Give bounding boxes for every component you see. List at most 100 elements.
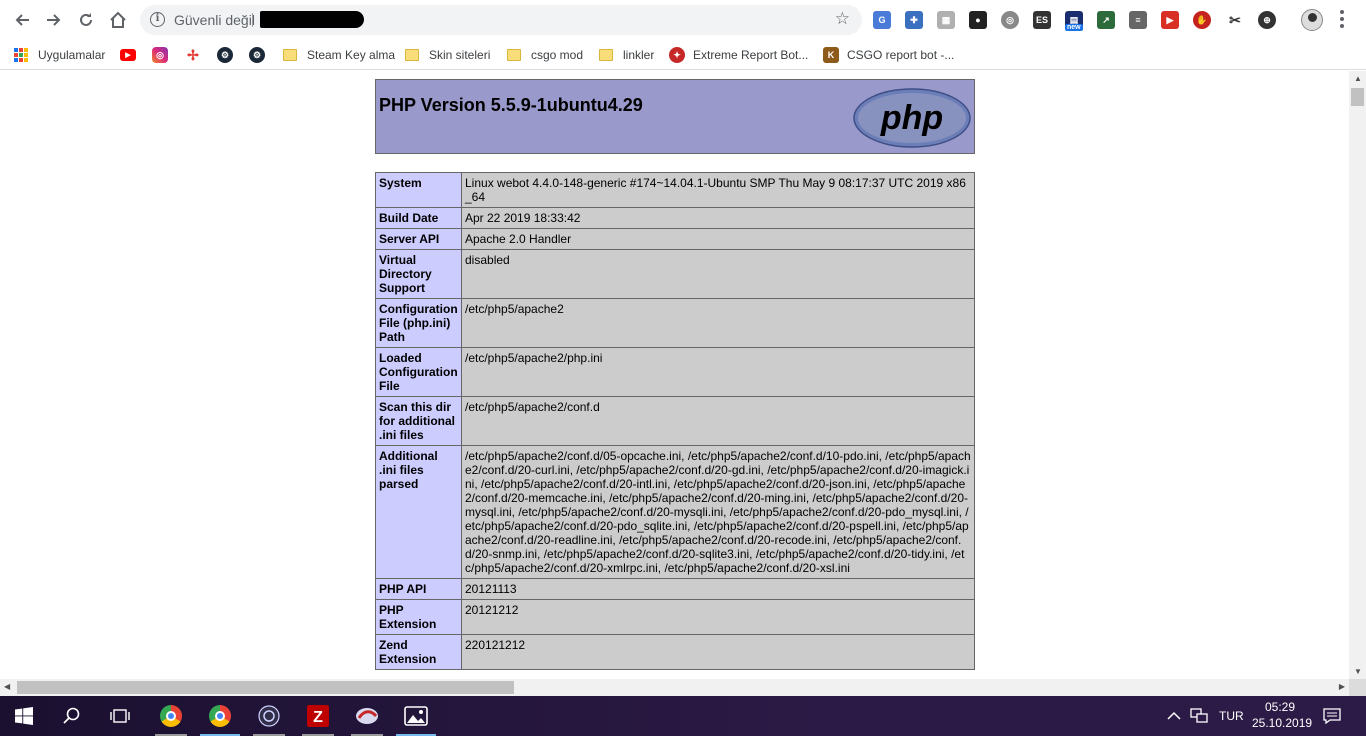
- bookmark-csgo-report-bot[interactable]: K CSGO report bot -...: [823, 45, 954, 65]
- instagram-icon: ◎: [152, 47, 168, 63]
- profile-avatar[interactable]: [1301, 9, 1323, 31]
- scroll-right-icon[interactable]: ▶: [1339, 682, 1345, 691]
- vertical-scrollbar[interactable]: ▲ ▼: [1349, 71, 1366, 679]
- filezilla-icon: Z: [307, 705, 329, 727]
- taskbar-photos[interactable]: [392, 696, 440, 736]
- bookmark-folder-skin-siteleri[interactable]: Skin siteleri: [405, 45, 490, 65]
- photos-icon: [404, 706, 428, 726]
- clock-date: 25.10.2019: [1252, 716, 1313, 730]
- csgo-report-icon: K: [823, 47, 839, 63]
- forward-arrow-icon[interactable]: [42, 8, 66, 32]
- vertical-scroll-thumb[interactable]: [1351, 88, 1364, 106]
- action-center[interactable]: [1323, 696, 1341, 736]
- extreme-report-icon: ✦: [669, 47, 685, 63]
- row-key: Scan this dir for additional .ini files: [375, 396, 462, 446]
- language-indicator[interactable]: TUR: [1219, 696, 1244, 736]
- row-key: Loaded Configuration File: [375, 347, 462, 397]
- page-title: PHP Version 5.5.9-1ubuntu4.29: [379, 95, 643, 115]
- row-key: Zend Extension: [375, 634, 462, 670]
- windows-start-icon[interactable]: [0, 696, 48, 736]
- bookmark-label: Skin siteleri: [429, 48, 491, 62]
- bookmark-pinwheel[interactable]: ✢: [185, 45, 209, 65]
- chevron-up-icon: [1167, 711, 1181, 720]
- es-extension-icon[interactable]: ES: [1033, 11, 1051, 29]
- bookmark-steam-1[interactable]: ⚙: [217, 45, 241, 65]
- phpinfo-header: PHP Version 5.5.9-1ubuntu4.29 php: [375, 79, 975, 154]
- search-icon[interactable]: [48, 696, 96, 736]
- row-value: /etc/php5/apache2/php.ini: [461, 347, 975, 397]
- scroll-left-icon[interactable]: ◀: [4, 682, 10, 691]
- folder-icon: [507, 49, 521, 61]
- grid-extension-icon[interactable]: ▦: [937, 11, 955, 29]
- reload-icon[interactable]: [74, 8, 98, 32]
- globe-extension-icon[interactable]: ⊕: [1258, 11, 1276, 29]
- task-view-icon[interactable]: [96, 696, 144, 736]
- bookmark-star-icon[interactable]: ☆: [835, 9, 850, 29]
- row-value: 220121212: [461, 634, 975, 670]
- bookmark-folder-linkler[interactable]: linkler: [599, 45, 654, 65]
- table-row: PHP Extension 20121212: [375, 599, 975, 635]
- horizontal-scrollbar[interactable]: ◀ ▶: [0, 679, 1349, 696]
- bookmark-steam-2[interactable]: ⚙: [249, 45, 273, 65]
- scissors-extension-icon[interactable]: ✂: [1226, 11, 1244, 29]
- bookmarks-bar: Uygulamalar ▶ ◎ ✢ ⚙ ⚙ Steam Key alma Ski…: [0, 40, 1366, 70]
- folder-icon: [599, 49, 613, 61]
- taskbar-app-bird[interactable]: [343, 696, 391, 736]
- table-row: Server API Apache 2.0 Handler: [375, 228, 975, 250]
- row-value: 20121113: [461, 578, 975, 600]
- row-value: Apr 22 2019 18:33:42: [461, 207, 975, 229]
- chrome-menu-icon[interactable]: [1340, 10, 1344, 28]
- gift-extension-icon[interactable]: ✚: [905, 11, 923, 29]
- bookmark-apps[interactable]: Uygulamalar: [14, 45, 105, 65]
- fast-forward-extension-icon[interactable]: ▶: [1161, 11, 1179, 29]
- bookmark-label: CSGO report bot -...: [847, 48, 955, 62]
- taskbar-chrome-2[interactable]: [196, 696, 244, 736]
- network-tray[interactable]: [1190, 696, 1208, 736]
- bookmark-instagram[interactable]: ◎: [152, 45, 176, 65]
- phpinfo-container: PHP Version 5.5.9-1ubuntu4.29 php System…: [375, 79, 975, 670]
- bookmark-folder-csgo-mod[interactable]: csgo mod: [507, 45, 583, 65]
- row-value: 20121212: [461, 599, 975, 635]
- table-row: PHP API 20121113: [375, 578, 975, 600]
- bookmark-youtube[interactable]: ▶: [120, 45, 144, 65]
- apps-icon: [14, 48, 28, 62]
- chart-extension-icon[interactable]: ↗: [1097, 11, 1115, 29]
- page-viewport: PHP Version 5.5.9-1ubuntu4.29 php System…: [0, 71, 1349, 679]
- table-row: Build Date Apr 22 2019 18:33:42: [375, 207, 975, 229]
- bookmark-extreme-report-bot[interactable]: ✦ Extreme Report Bot...: [669, 45, 808, 65]
- row-value: Linux webot 4.4.0-148-generic #174~14.04…: [461, 172, 975, 208]
- clock[interactable]: 05:29 25.10.2019: [1252, 699, 1313, 731]
- translate-extension-icon[interactable]: G: [873, 11, 891, 29]
- database-extension-icon[interactable]: ≡: [1129, 11, 1147, 29]
- taskbar-chrome-1[interactable]: [147, 696, 195, 736]
- chrome-icon: [209, 705, 231, 727]
- table-row: Scan this dir for additional .ini files /…: [375, 396, 975, 446]
- notification-icon: [1323, 708, 1341, 724]
- row-value: Apache 2.0 Handler: [461, 228, 975, 250]
- circle-extension-icon[interactable]: ◎: [1001, 11, 1019, 29]
- scroll-down-icon[interactable]: ▼: [1354, 667, 1362, 676]
- adblock-extension-icon[interactable]: ✋: [1193, 11, 1211, 29]
- horizontal-scroll-thumb[interactable]: [17, 681, 514, 694]
- youtube-icon: ▶: [120, 49, 136, 61]
- address-bar[interactable]: i Güvenli değil ☆: [140, 5, 862, 35]
- info-icon[interactable]: i: [150, 12, 165, 27]
- show-hidden-icons[interactable]: [1167, 696, 1181, 736]
- taskbar-filezilla[interactable]: Z: [294, 696, 342, 736]
- table-row: Configuration File (php.ini) Path/etc/ph…: [375, 298, 975, 348]
- scroll-up-icon[interactable]: ▲: [1354, 74, 1362, 83]
- taskbar-obs[interactable]: [245, 696, 293, 736]
- row-key: PHP Extension: [375, 599, 462, 635]
- bookmark-label: linkler: [623, 48, 655, 62]
- row-key: Virtual Directory Support: [375, 249, 462, 299]
- new-badge: new: [1065, 24, 1083, 31]
- home-icon[interactable]: [106, 8, 130, 32]
- row-value: /etc/php5/apache2/conf.d/05-opcache.ini,…: [461, 445, 975, 579]
- back-arrow-icon[interactable]: [10, 8, 34, 32]
- windows-taskbar: Z TUR 05:29 25.10.2019: [0, 696, 1366, 736]
- row-value: disabled: [461, 249, 975, 299]
- redacted-url: [260, 11, 364, 28]
- es-badge-text: ES: [1035, 15, 1048, 25]
- bookmark-folder-steam-key[interactable]: Steam Key alma: [283, 45, 395, 65]
- gamepad-extension-icon[interactable]: ●: [969, 11, 987, 29]
